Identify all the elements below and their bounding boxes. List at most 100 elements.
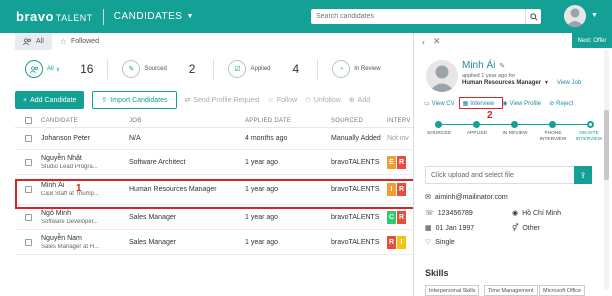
stage-dot[interactable] <box>511 121 518 128</box>
header-interview[interactable]: INTERV <box>387 118 413 124</box>
table-row[interactable]: Nguyễn Nam Sales Manager at H... Sales M… <box>15 230 413 255</box>
view-job-link[interactable]: View Job <box>557 80 581 86</box>
stat-inreview[interactable]: ◔ In Review <box>332 55 381 83</box>
stat-label: Applied <box>250 66 271 72</box>
import-candidates-button[interactable]: ⇪ Import Candidates <box>92 91 177 109</box>
location-icon: ◉ <box>512 210 519 217</box>
stat-applied[interactable]: ☑ Applied 4 <box>228 55 299 83</box>
source-cell: bravoTALENTS <box>331 238 380 246</box>
user-icon <box>429 65 455 92</box>
stage-dot[interactable] <box>549 121 556 128</box>
applied-job-title[interactable]: Human Resources Manager <box>462 80 541 86</box>
skill-tag: Time Management <box>484 285 538 296</box>
tab-label: All <box>36 38 44 45</box>
city-value: Hồ Chí Minh <box>522 209 562 217</box>
search-button[interactable] <box>525 9 541 24</box>
skill-tag: Microsoft Office <box>539 285 586 296</box>
select-all-checkbox[interactable] <box>24 117 32 124</box>
header-candidate[interactable]: CANDIDATE <box>41 118 129 124</box>
button-label: Add <box>357 96 371 104</box>
send-profile-request-button[interactable]: ⇄ Send Profile Request <box>185 96 260 105</box>
sourced-icon: ✎ <box>122 60 141 78</box>
candidate-name[interactable]: Nguyễn Nam <box>41 235 129 242</box>
row-checkbox[interactable] <box>24 135 32 142</box>
search-input[interactable] <box>311 9 525 24</box>
row-checkbox[interactable] <box>24 238 32 246</box>
table-row[interactable]: Nguyễn Nhật Studio Lead Progra... Softwa… <box>15 150 413 175</box>
score-badge: I <box>397 235 406 249</box>
table-header: CANDIDATE JOB APPLIED DATE SOURCED INTER… <box>15 114 413 128</box>
user-avatar[interactable] <box>564 5 586 27</box>
logo-divider <box>102 8 104 25</box>
candidate-cell: Nguyễn Nam Sales Manager at H... <box>41 235 129 250</box>
chevron-down-icon[interactable]: ▼ <box>591 12 598 19</box>
header-job[interactable]: JOB <box>129 118 245 124</box>
search-icon <box>529 12 538 21</box>
stage-dot[interactable] <box>473 121 480 128</box>
job-cell: Software Architect <box>129 158 186 166</box>
dob-value: 01 Jan 1997 <box>435 224 475 232</box>
scrollbar-thumb[interactable] <box>604 110 609 180</box>
section-dropdown[interactable]: CANDIDATES ▼ <box>114 11 194 22</box>
reject-icon: ⊘ <box>549 101 555 107</box>
score-badge: R <box>397 155 406 169</box>
candidate-name-header: Minh Ái ✎ <box>462 60 505 71</box>
file-upload-field[interactable]: Click upload and select file <box>425 166 592 184</box>
tab-followed[interactable]: ☆ Followed <box>52 33 107 50</box>
job-cell: Sales Manager <box>129 213 177 221</box>
chevron-left-icon[interactable]: ‹ <box>422 37 425 47</box>
annotation-number-1: 1 <box>76 183 82 194</box>
candidate-name[interactable]: Johanson Peter <box>41 135 129 142</box>
table-row[interactable]: Johanson Peter N/A 4 months ago Manually… <box>15 128 413 150</box>
marital-info: ♡ Single <box>425 238 455 247</box>
bravotalent-logo[interactable]: bravo TALENT <box>16 9 93 24</box>
highlight-box-row <box>15 179 415 209</box>
follow-button[interactable]: ☆ Follow <box>267 96 298 105</box>
candidate-name[interactable]: Ngô Minh <box>41 210 129 217</box>
upload-icon: ⇪ <box>101 97 108 104</box>
skills-heading: Skills <box>425 268 449 278</box>
candidate-name[interactable]: Nguyễn Nhật <box>41 155 129 162</box>
upload-button[interactable]: ⇪ <box>574 166 592 184</box>
source-cell: bravoTALENTS <box>331 158 380 166</box>
row-checkbox[interactable] <box>24 158 32 166</box>
row-checkbox[interactable] <box>24 213 32 221</box>
stat-label: All <box>47 66 54 72</box>
email-value[interactable]: aiminh@mailinator.com <box>435 194 508 201</box>
applied-icon: ☑ <box>228 60 247 78</box>
date-cell: 4 months ago <box>245 135 288 142</box>
stat-count: 2 <box>188 62 196 76</box>
stat-all[interactable]: All ∨ 16 <box>25 55 93 83</box>
view-profile-link[interactable]: ◉ View Profile <box>502 100 542 108</box>
highlight-box-interview <box>459 97 503 109</box>
next-offer-button[interactable]: Next: Offer <box>572 33 612 48</box>
tab-label: Followed <box>70 38 99 45</box>
chevron-down-icon[interactable]: ▼ <box>544 80 549 86</box>
view-cv-link[interactable]: ▭ View CV <box>424 100 455 108</box>
pencil-icon[interactable]: ✎ <box>499 62 505 70</box>
row-check-cell <box>15 158 41 166</box>
close-icon[interactable]: ✕ <box>433 36 441 47</box>
phone-value: 123456789 <box>437 209 473 217</box>
candidate-avatar <box>426 60 458 92</box>
tab-all[interactable]: All <box>15 33 52 50</box>
source-cell: bravoTALENTS <box>331 213 380 221</box>
email-icon: ✉ <box>425 194 431 201</box>
stat-sourced[interactable]: ✎ Sourced 2 <box>122 55 195 83</box>
unfollow-button[interactable]: ✩ Unfollow <box>305 96 341 105</box>
date-cell: 1 year ago <box>245 213 279 221</box>
stage-dot-current[interactable] <box>587 121 594 128</box>
button-label: Follow <box>276 96 298 104</box>
header-applied-date[interactable]: APPLIED DATE <box>245 118 331 124</box>
add-to-button[interactable]: ⊕ Add <box>349 96 371 105</box>
chevron-down-icon: ▼ <box>186 13 194 20</box>
stat-count: 4 <box>292 62 300 76</box>
header-sourced[interactable]: SOURCED <box>331 118 387 124</box>
candidate-cell: Ngô Minh Software Developer... <box>41 210 129 225</box>
stage-dot[interactable] <box>435 121 442 128</box>
candidate-detail-panel: ‹ ✕ Next: Offer Minh Ái ✎ applied 1 year… <box>413 33 612 296</box>
star-icon: ☆ <box>267 97 274 104</box>
add-candidate-button[interactable]: + Add Candidate <box>15 91 85 109</box>
link-label: View Profile <box>509 100 542 107</box>
reject-link[interactable]: ⊘ Reject <box>549 100 573 108</box>
